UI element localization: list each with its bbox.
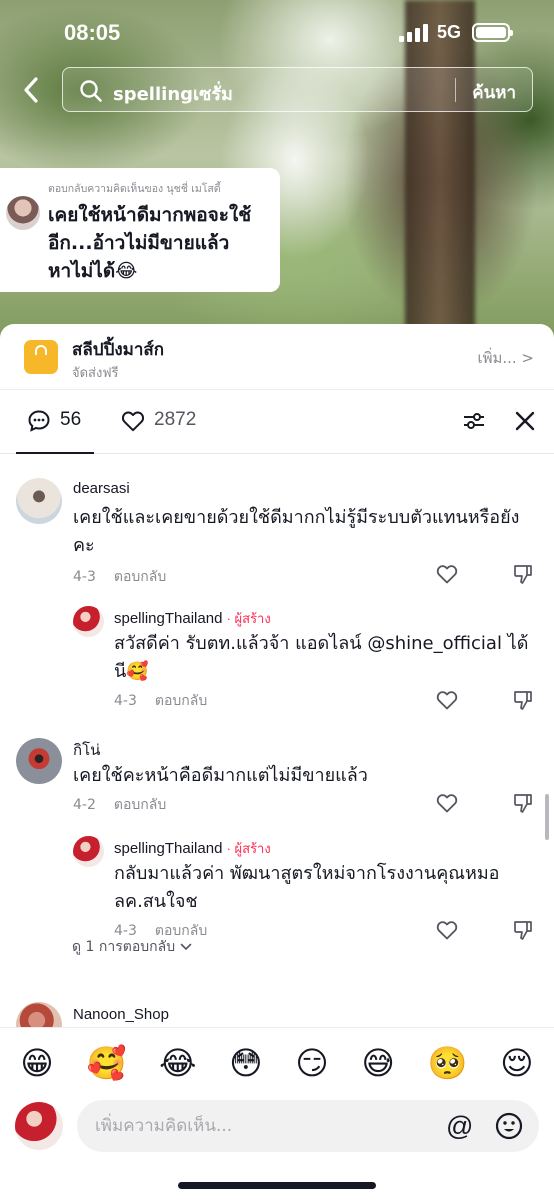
reply-button[interactable]: ตอบกลับ — [114, 797, 166, 813]
search-icon — [80, 80, 102, 102]
emoji-hearts[interactable]: 🥰 — [87, 1047, 127, 1079]
comment-username-row: spellingThailand · ผู้สร้าง — [114, 608, 271, 629]
comment-item: dearsasi เคยใช้และเคยขายด้วยใช้ดีมากกไม่… — [0, 474, 554, 592]
comment-text: กลับมาแล้วค่า พัฒนาสูตรใหม่จากโรงงานคุณห… — [114, 863, 500, 912]
shop-banner[interactable]: สลีปปิ้งมาส์ก จัดส่งฟรี เพิ่ม... > — [0, 324, 554, 390]
comment-username-row: spellingThailand · ผู้สร้าง — [114, 838, 271, 859]
creator-badge: · ผู้สร้าง — [226, 841, 271, 856]
comment-item: Nanoon_Shop — [0, 1002, 554, 1028]
emoji-smirk[interactable]: 😏 — [295, 1047, 328, 1079]
creator-badge: · ผู้สร้าง — [226, 611, 271, 626]
thumbs-down-icon[interactable] — [512, 689, 534, 711]
comment-tabs: 56 2872 — [0, 390, 554, 454]
comment-meta: 4-3 ตอบกลับ — [114, 690, 207, 712]
avatar[interactable] — [15, 1102, 63, 1150]
back-button[interactable] — [18, 74, 46, 106]
chevron-left-icon — [24, 77, 38, 103]
network-type: 5G — [437, 22, 462, 42]
reply-button[interactable]: ตอบกลับ — [114, 569, 166, 585]
battery-icon — [472, 23, 513, 42]
likes-count: 2872 — [154, 409, 197, 430]
emoji-grin[interactable]: 😁 — [20, 1047, 53, 1079]
reply-caption: ตอบกลับความคิดเห็นของ นุชชี่ เมโสตี้ — [48, 183, 221, 195]
shop-subtitle: จัดส่งฟรี — [72, 366, 119, 381]
comment-date: 4-3 — [114, 693, 137, 709]
search-bar[interactable]: spellingเซรั่ม ค้นหา — [62, 67, 533, 112]
comment-username[interactable]: dearsasi — [73, 480, 130, 497]
comment-input[interactable] — [95, 1100, 425, 1152]
comments-count: 56 — [60, 409, 82, 430]
comment-text: สวัสดีค่า รับตท.แล้วจ้า แอดไลน์ @shine_o… — [114, 633, 529, 682]
comment-username[interactable]: Nanoon_Shop — [73, 1006, 169, 1023]
comment-meta: 4-3 ตอบกลับ — [73, 566, 166, 588]
thumbs-down-icon[interactable] — [512, 563, 534, 585]
thumbs-down-icon[interactable] — [512, 792, 534, 814]
tab-comments[interactable]: 56 — [16, 390, 94, 454]
emoji-pleading[interactable]: 🥺 — [428, 1047, 468, 1079]
heart-outline-icon — [121, 411, 145, 432]
heart-outline-icon[interactable] — [435, 918, 459, 942]
scrollbar[interactable] — [545, 794, 549, 840]
search-query[interactable]: spellingเซรั่ม — [113, 79, 233, 108]
comment-bubble-icon — [28, 410, 50, 432]
emoji-flushed[interactable]: 😳 — [229, 1047, 262, 1079]
comment-meta: 4-2 ตอบกลับ — [73, 794, 166, 816]
reply-button[interactable]: ตอบกลับ — [155, 693, 207, 709]
comment-username[interactable]: spellingThailand — [114, 610, 222, 627]
mention-button[interactable]: @ — [446, 1111, 473, 1142]
emoji-sweat-smile[interactable]: 😅 — [362, 1047, 395, 1079]
signal-icon — [399, 24, 428, 42]
status-time: 08:05 — [64, 20, 121, 45]
filter-button[interactable] — [462, 409, 486, 437]
tab-likes[interactable]: 2872 — [120, 390, 220, 454]
avatar[interactable] — [16, 478, 62, 524]
heart-outline-icon[interactable] — [435, 562, 459, 586]
comment-input-container[interactable]: @ — [77, 1100, 539, 1152]
emoji-picker-icon[interactable] — [495, 1112, 523, 1140]
avatar — [6, 196, 40, 230]
avatar[interactable] — [16, 738, 62, 784]
comment-item: กิโน่ เคยใช้คะหน้าคือดีมากแต่ไม่มีขายแล้… — [0, 734, 554, 824]
comment-username[interactable]: กิโน่ — [73, 738, 100, 762]
home-indicator — [178, 1182, 376, 1189]
heart-outline-icon[interactable] — [435, 688, 459, 712]
comment-username[interactable]: spellingThailand — [114, 840, 222, 857]
avatar[interactable] — [73, 836, 104, 867]
emoji-joy[interactable]: 😂 — [159, 1047, 196, 1079]
reply-text: เคยใช้หน้าดีมากพอจะใช้อีก...อ้าวไม่มีขาย… — [48, 204, 252, 282]
sliders-icon — [464, 413, 484, 429]
comment-text: เคยใช้และเคยขายด้วยใช้ดีมากกไม่รู้มีระบบ… — [73, 507, 520, 556]
shopping-bag-icon — [24, 340, 58, 374]
comments-sheet: สลีปปิ้งมาส์ก จัดส่งฟรี เพิ่ม... > 56 28… — [0, 324, 554, 1200]
comment-text: เคยใช้คะหน้าคือดีมากแต่ไม่มีขายแล้ว — [73, 765, 368, 786]
comment-reply-item: spellingThailand · ผู้สร้าง สวัสดีค่า รั… — [0, 602, 554, 714]
search-button[interactable]: ค้นหา — [472, 79, 516, 106]
comment-input-row: @ — [0, 1097, 554, 1157]
shop-more-link[interactable]: เพิ่ม... > — [477, 346, 534, 370]
chevron-down-icon — [180, 943, 191, 951]
thumbs-down-icon[interactable] — [512, 919, 534, 941]
comment-date: 4-2 — [73, 797, 96, 813]
emoji-relieved[interactable]: 😌 — [500, 1047, 533, 1079]
view-replies-button[interactable]: ดู 1 การตอบกลับ — [72, 936, 192, 958]
comment-date: 4-3 — [73, 569, 96, 585]
shop-product-name: สลีปปิ้งมาส์ก — [72, 340, 165, 360]
avatar[interactable] — [73, 606, 104, 637]
status-bar: 08:05 5G — [0, 0, 554, 66]
close-icon — [515, 411, 535, 431]
avatar[interactable] — [16, 1002, 62, 1028]
comment-reply-item: spellingThailand · ผู้สร้าง กลับมาแล้วค่… — [0, 832, 554, 944]
reply-bubble[interactable]: ตอบกลับความคิดเห็นของ นุชชี่ เมโสตี้ เคย… — [0, 168, 280, 292]
heart-outline-icon[interactable] — [435, 791, 459, 815]
search-divider — [455, 78, 456, 102]
view-replies-label: ดู 1 การตอบกลับ — [72, 939, 176, 955]
close-button[interactable] — [514, 410, 536, 436]
emoji-quick-bar: 😁 🥰 😂 😳 😏 😅 🥺 😌 — [0, 1027, 554, 1097]
